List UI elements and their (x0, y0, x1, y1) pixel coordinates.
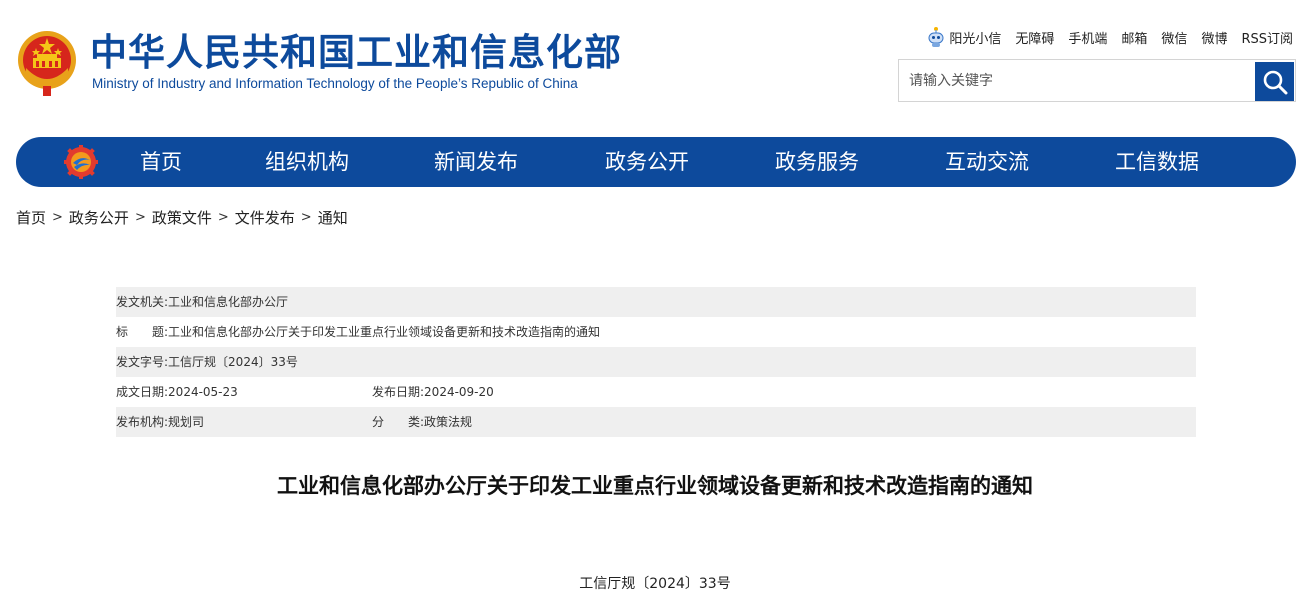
toplink-mailbox[interactable]: 邮箱 (1121, 28, 1147, 47)
toplink-mobile[interactable]: 手机端 (1068, 28, 1107, 47)
document-info-table: 发文机关:工业和信息化部办公厅 标 题:工业和信息化部办公厅关于印发工业重点行业… (116, 287, 1196, 437)
created-value: 2024-05-23 (168, 385, 238, 399)
breadcrumb-home[interactable]: 首页 (16, 207, 46, 228)
title-value: 工业和信息化部办公厅关于印发工业重点行业领域设备更新和技术改造指南的通知 (168, 325, 601, 339)
document-title: 工业和信息化部办公厅关于印发工业重点行业领域设备更新和技术改造指南的通知 (277, 474, 1033, 498)
breadcrumb-separator: > (134, 210, 146, 225)
breadcrumb-separator: > (300, 210, 312, 225)
info-row-org: 发布机构:规划司 分 类:政策法规 (116, 407, 1196, 437)
site-title: 中华人民共和国工业和信息化部 (90, 31, 622, 74)
category-label: 分 类: (372, 415, 425, 429)
info-cell: 发文字号:工信厅规〔2024〕33号 (116, 347, 298, 377)
category-value: 政策法规 (424, 415, 473, 429)
breadcrumb-separator: > (217, 210, 229, 225)
search-input[interactable] (899, 60, 1255, 101)
breadcrumb-policy-documents[interactable]: 政策文件 (152, 207, 212, 228)
nav-item-interaction[interactable]: 互动交流 (945, 137, 1029, 187)
nav-item-government-services[interactable]: 政务服务 (775, 137, 859, 187)
docno-label: 发文字号: (116, 355, 169, 369)
breadcrumb: 首页 > 政务公开 > 政策文件 > 文件发布 > 通知 (16, 207, 348, 228)
toplink-label: 阳光小信 (949, 31, 1002, 47)
document-number: 工信厅规〔2024〕33号 (579, 576, 731, 592)
nav-item-news[interactable]: 新闻发布 (434, 137, 518, 187)
info-cell: 发文机关:工业和信息化部办公厅 (116, 287, 288, 317)
info-cell: 发布机构:规划司 (116, 407, 204, 437)
info-cell: 标 题:工业和信息化部办公厅关于印发工业重点行业领域设备更新和技术改造指南的通知 (116, 317, 600, 347)
breadcrumb-document-release[interactable]: 文件发布 (235, 207, 295, 228)
published-value: 2024-09-20 (424, 385, 494, 399)
info-cell: 发布日期:2024-09-20 (372, 377, 494, 407)
toplink-accessibility[interactable]: 无障碍 (1015, 28, 1054, 47)
search-icon (1263, 70, 1287, 94)
breadcrumb-notice[interactable]: 通知 (318, 207, 348, 228)
toplink-sunshine[interactable]: 阳光小信 (927, 26, 1001, 48)
issuer-value: 工业和信息化部办公厅 (168, 295, 289, 309)
main-nav: 首页 组织机构 新闻发布 政务公开 政务服务 互动交流 工信数据 (16, 137, 1296, 187)
breadcrumb-separator: > (52, 210, 63, 225)
created-label: 成文日期: (116, 385, 169, 399)
title-label: 标 题: (116, 325, 169, 339)
search-button[interactable] (1255, 62, 1294, 101)
info-row-title: 标 题:工业和信息化部办公厅关于印发工业重点行业领域设备更新和技术改造指南的通知 (116, 317, 1196, 347)
docno-value: 工信厅规〔2024〕33号 (168, 355, 298, 369)
nav-item-home[interactable]: 首页 (140, 137, 182, 187)
issuer-label: 发文机关: (116, 295, 169, 309)
info-row-issuer: 发文机关:工业和信息化部办公厅 (116, 287, 1196, 317)
info-cell: 成文日期:2024-05-23 (116, 377, 238, 407)
robot-icon (928, 27, 944, 47)
national-emblem-icon (18, 31, 76, 96)
nav-item-organization[interactable]: 组织机构 (265, 137, 349, 187)
top-links: 阳光小信 无障碍 手机端 邮箱 微信 微博 RSS订阅 (927, 26, 1293, 48)
toplink-wechat[interactable]: 微信 (1161, 28, 1187, 47)
search-box (898, 59, 1296, 102)
toplink-rss[interactable]: RSS订阅 (1241, 28, 1293, 47)
nav-item-government-affairs[interactable]: 政务公开 (605, 137, 689, 187)
info-row-docno: 发文字号:工信厅规〔2024〕33号 (116, 347, 1196, 377)
info-cell: 分 类:政策法规 (372, 407, 472, 437)
site-subtitle: Ministry of Industry and Information Tec… (92, 76, 578, 91)
published-label: 发布日期: (372, 385, 425, 399)
nav-item-data[interactable]: 工信数据 (1115, 137, 1199, 187)
breadcrumb-government-affairs[interactable]: 政务公开 (69, 207, 129, 228)
org-label: 发布机构: (116, 415, 169, 429)
toplink-weibo[interactable]: 微博 (1201, 28, 1227, 47)
info-row-dates: 成文日期:2024-05-23 发布日期:2024-09-20 (116, 377, 1196, 407)
org-value: 规划司 (168, 415, 205, 429)
